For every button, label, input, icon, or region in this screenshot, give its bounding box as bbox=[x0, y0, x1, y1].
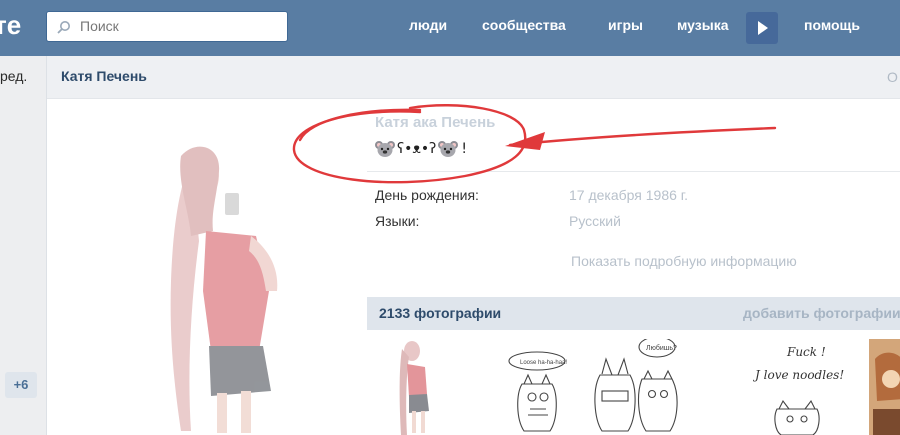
photo-thumbnail[interactable]: Fuck ! J love noodles! bbox=[747, 339, 862, 435]
nav-help[interactable]: помощь bbox=[804, 17, 860, 33]
nav-games[interactable]: игры bbox=[608, 17, 643, 33]
languages-label: Языки: bbox=[375, 213, 420, 229]
languages-value[interactable]: Русский bbox=[569, 213, 621, 229]
birthday-label: День рождения: bbox=[375, 187, 479, 203]
sketch-bubble-text: Любишь? bbox=[646, 344, 677, 352]
nav-music[interactable]: музыка bbox=[677, 17, 728, 33]
sketch-text: Fuck ! bbox=[786, 345, 826, 359]
page: те Поиск люди сообщества игры музыка пом… bbox=[0, 0, 900, 435]
profile-status[interactable]: ʕ•ᴥ•ʔ ! bbox=[375, 138, 467, 160]
photo-thumbnail[interactable] bbox=[869, 339, 900, 435]
nav-communities[interactable]: сообщества bbox=[482, 17, 566, 33]
search-input[interactable]: Поиск bbox=[46, 11, 288, 42]
photos-header: 2133 фотографии добавить фотографии bbox=[367, 297, 900, 330]
sketch-bubble-text: Loose ha-ha-haa! bbox=[520, 360, 567, 366]
profile-avatar[interactable] bbox=[151, 141, 301, 435]
info-divider bbox=[367, 171, 900, 172]
sketch-text: J love noodles! bbox=[752, 368, 844, 382]
top-header: те Поиск люди сообщества игры музыка пом… bbox=[0, 0, 900, 56]
koala-emoji-icon bbox=[438, 140, 459, 157]
status-text: ʕ•ᴥ•ʔ bbox=[397, 141, 437, 157]
search-icon bbox=[57, 21, 70, 34]
add-photos-link[interactable]: добавить фотографии bbox=[743, 305, 900, 321]
nav-people[interactable]: люди bbox=[409, 17, 447, 33]
birthday-value[interactable]: 17 декабря 1986 г. bbox=[569, 187, 688, 203]
koala-emoji-icon bbox=[375, 140, 395, 157]
status-exclamation: ! bbox=[461, 140, 467, 157]
photo-thumbnail[interactable] bbox=[387, 339, 447, 435]
photo-thumbnail[interactable]: Loose ha-ha-haa! Любишь? bbox=[502, 339, 732, 435]
music-play-button[interactable] bbox=[746, 12, 778, 44]
sidebar-counter-badge[interactable]: +6 bbox=[5, 372, 37, 398]
profile-name: Катя ака Печень bbox=[375, 114, 496, 131]
sidebar-edit-link[interactable]: ред. bbox=[0, 68, 27, 84]
play-icon bbox=[758, 21, 768, 35]
photos-count-link[interactable]: 2133 фотографии bbox=[379, 305, 501, 321]
title-bar-right-link[interactable]: О bbox=[887, 69, 898, 85]
profile-panel: Катя Печень О Катя ака Печень ʕ•ᴥ•ʔ ! Де… bbox=[46, 56, 900, 435]
show-more-info-link[interactable]: Показать подробную информацию bbox=[571, 253, 797, 269]
search-placeholder: Поиск bbox=[80, 18, 119, 34]
profile-title-bar: Катя Печень О bbox=[47, 56, 900, 99]
site-logo[interactable]: те bbox=[0, 10, 21, 41]
page-title: Катя Печень bbox=[61, 68, 147, 84]
